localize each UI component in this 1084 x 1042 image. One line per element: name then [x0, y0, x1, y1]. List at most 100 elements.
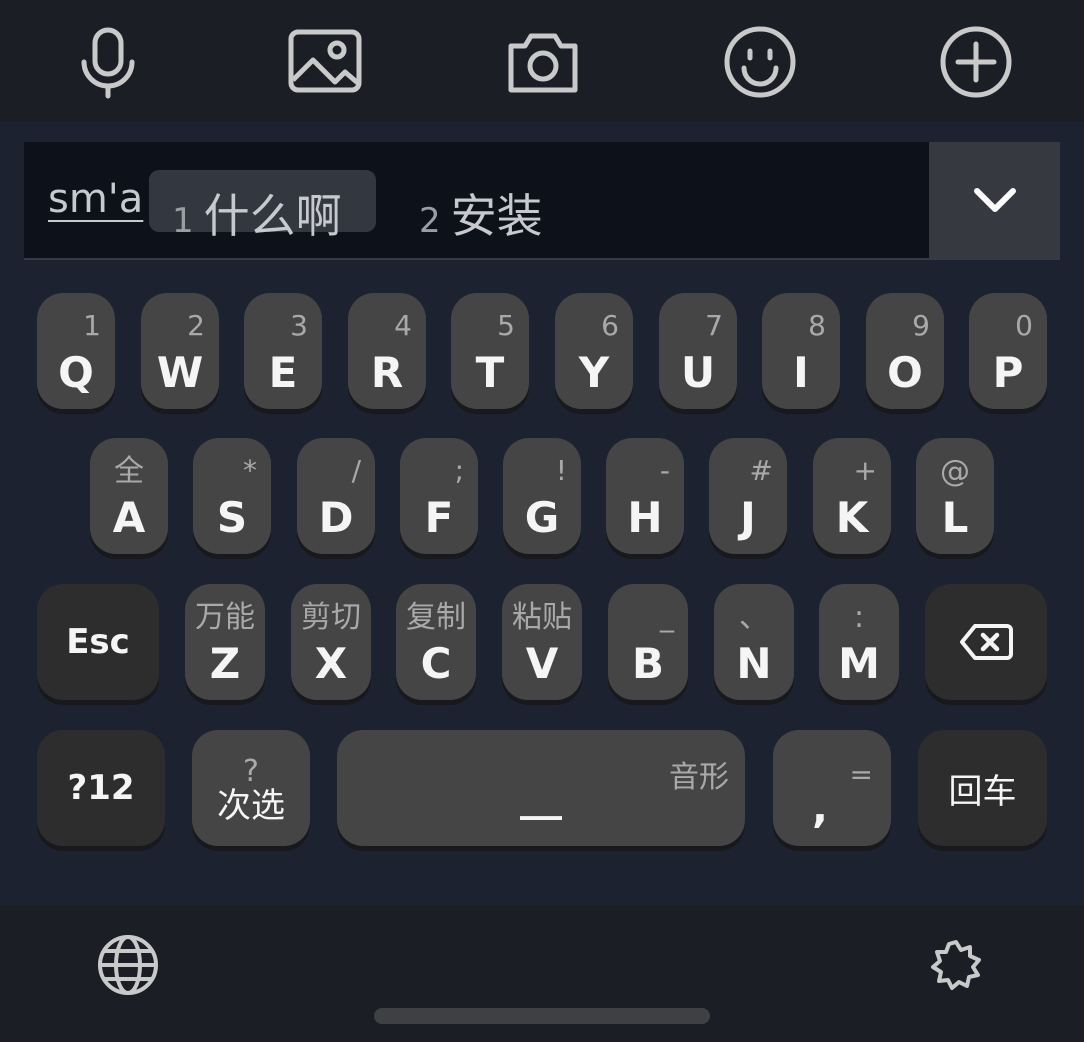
key-main: W — [156, 348, 204, 397]
key-sub: * — [243, 454, 257, 487]
key-main: ?12 — [67, 768, 135, 808]
key-main: K — [835, 493, 869, 542]
esc-key[interactable]: Esc — [37, 584, 159, 700]
key-c[interactable]: 复制 C — [396, 584, 476, 700]
key-main: N — [736, 639, 772, 688]
key-x[interactable]: 剪切 X — [291, 584, 371, 700]
candidate-1[interactable]: 1 什么啊 — [172, 180, 342, 246]
key-h[interactable]: -H — [606, 438, 684, 554]
key-main: __ — [520, 771, 562, 820]
key-main: C — [420, 639, 452, 688]
settings-gear-icon[interactable] — [924, 932, 988, 996]
key-sub: 6 — [601, 309, 619, 342]
key-k[interactable]: + K — [813, 438, 891, 554]
key-main: Z — [209, 639, 241, 688]
image-icon[interactable] — [287, 24, 363, 100]
candidate-bar: sm'a 1 什么啊 2 安装 — [24, 142, 1060, 260]
camera-icon[interactable] — [505, 24, 581, 100]
key-main: , — [812, 783, 828, 832]
key-o[interactable]: 9O — [866, 293, 944, 409]
key-sub: 全 — [114, 454, 144, 489]
key-q[interactable]: 1Q — [37, 293, 115, 409]
key-sub: - — [659, 454, 670, 487]
key-z[interactable]: 万能 Z — [185, 584, 265, 700]
key-main: R — [370, 348, 404, 397]
key-main: E — [268, 348, 298, 397]
key-sub: 、 — [739, 600, 769, 635]
key-sub: + — [853, 454, 877, 487]
key-sub: / — [351, 454, 361, 487]
candidate-2[interactable]: 2 安装 — [419, 180, 543, 246]
key-p[interactable]: 0P — [969, 293, 1047, 409]
key-sub: 粘贴 — [512, 600, 572, 635]
key-sub: _ — [660, 600, 674, 633]
key-main: Y — [578, 348, 610, 397]
key-main: I — [793, 348, 809, 397]
next-select-key[interactable]: ? 次选 — [192, 730, 310, 846]
chevron-down-icon — [973, 188, 1016, 212]
space-key[interactable]: 音形 __ — [337, 730, 745, 846]
comma-key[interactable]: =, — [773, 730, 891, 846]
key-main: 回车 — [948, 771, 1017, 812]
plus-icon[interactable] — [938, 24, 1014, 100]
key-main: V — [525, 639, 559, 688]
microphone-icon[interactable] — [70, 24, 146, 100]
backspace-icon — [925, 584, 1047, 700]
key-y[interactable]: 6Y — [555, 293, 633, 409]
key-s[interactable]: * S — [193, 438, 271, 554]
key-main: U — [680, 348, 716, 397]
key-i[interactable]: 8I — [762, 293, 840, 409]
candidate-word: 安装 — [450, 189, 543, 243]
key-sub: 9 — [912, 309, 930, 342]
key-sub: 1 — [83, 309, 101, 342]
key-sub: ! — [555, 454, 567, 487]
key-e[interactable]: 3E — [244, 293, 322, 409]
key-n[interactable]: 、 N — [714, 584, 794, 700]
key-main: D — [318, 493, 354, 542]
input-toolbar — [0, 0, 1084, 122]
key-main: 次选 — [217, 786, 285, 826]
key-w[interactable]: 2W — [141, 293, 219, 409]
key-sub: 4 — [394, 309, 412, 342]
key-main: O — [887, 348, 923, 397]
key-a[interactable]: 全A — [90, 438, 168, 554]
expand-candidates-button[interactable] — [929, 142, 1060, 258]
key-sub: ; — [454, 454, 464, 487]
key-main: G — [524, 493, 560, 542]
key-v[interactable]: 粘贴 V — [502, 584, 582, 700]
key-main: T — [475, 348, 505, 397]
key-sub: 5 — [497, 309, 515, 342]
enter-key[interactable]: 回车 — [918, 730, 1047, 846]
key-j[interactable]: # J — [709, 438, 787, 554]
key-main: J — [740, 493, 756, 542]
bottom-navigation-bar — [0, 906, 1084, 1042]
key-main: H — [627, 493, 663, 542]
emoji-icon[interactable] — [722, 24, 798, 100]
key-sub: : — [853, 600, 865, 635]
globe-icon[interactable] — [97, 934, 159, 996]
key-f[interactable]: ; F — [400, 438, 478, 554]
key-g[interactable]: ! G — [503, 438, 581, 554]
key-main: X — [314, 639, 348, 688]
key-sub: # — [749, 454, 773, 487]
home-indicator[interactable] — [374, 1008, 710, 1024]
key-sub: 复制 — [406, 600, 466, 635]
key-main: M — [838, 639, 880, 688]
key-main: L — [941, 493, 969, 542]
key-b[interactable]: _ B — [608, 584, 688, 700]
key-d[interactable]: / D — [297, 438, 375, 554]
key-m[interactable]: :M — [819, 584, 899, 700]
key-r[interactable]: 4R — [348, 293, 426, 409]
key-main: Esc — [66, 622, 130, 662]
key-main: S — [216, 493, 248, 542]
key-main: A — [112, 493, 146, 542]
key-u[interactable]: 7U — [659, 293, 737, 409]
symbols-key[interactable]: ?12 — [37, 730, 165, 846]
key-main: P — [992, 348, 1024, 397]
key-l[interactable]: @ L — [916, 438, 994, 554]
pinyin-composition: sm'a — [48, 176, 144, 222]
key-sub: 万能 — [195, 600, 255, 635]
backspace-key[interactable] — [925, 584, 1047, 700]
key-sub: 0 — [1015, 309, 1033, 342]
key-t[interactable]: 5T — [451, 293, 529, 409]
